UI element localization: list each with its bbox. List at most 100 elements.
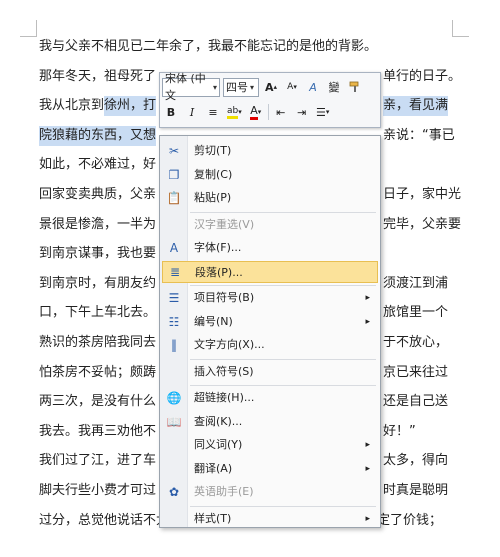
highlight-icon: ab bbox=[227, 106, 239, 119]
page-corner-top-left bbox=[20, 20, 37, 37]
menu-item-label: 段落(P)... bbox=[195, 265, 243, 279]
chevron-down-icon[interactable]: ▾ bbox=[213, 79, 217, 96]
bold-button[interactable]: B bbox=[162, 103, 180, 121]
grow-font-icon: A bbox=[264, 80, 274, 94]
menu-item-font[interactable]: A 字体(F)... bbox=[162, 237, 378, 259]
menu-item-label: 翻译(A) bbox=[194, 461, 233, 475]
menu-item-label: 复制(C) bbox=[194, 167, 233, 181]
toolbar-separator bbox=[267, 104, 269, 120]
font-name-value: 宋体 (中文 bbox=[165, 72, 206, 102]
menu-item-entry-9[interactable]: 插入符号(S) bbox=[162, 361, 378, 383]
line-text: 还是自己送 bbox=[383, 394, 449, 410]
font-size-value: 四号 bbox=[226, 80, 248, 94]
menu-item-label: 字体(F)... bbox=[194, 241, 242, 254]
line-text: 到南京时，有朋友约 bbox=[39, 275, 157, 291]
styles-button[interactable]: A bbox=[304, 78, 322, 96]
font-name-combo[interactable]: 宋体 (中文 ▾ bbox=[162, 72, 220, 102]
highlight-button[interactable]: ab ▾ bbox=[225, 103, 244, 121]
menu-item-bullets[interactable]: ☰ 项目符号(B) ▸ bbox=[162, 287, 378, 309]
menu-item-lookup[interactable]: 📖 查阅(K)... bbox=[162, 411, 378, 433]
menu-item-label: 超链接(H)... bbox=[194, 391, 255, 404]
menu-item-copy[interactable]: ❐ 复制(C) bbox=[162, 164, 378, 186]
bold-icon: B bbox=[166, 105, 176, 119]
menu-separator bbox=[190, 505, 376, 507]
menu-item-label: 项目符号(B) bbox=[194, 291, 255, 304]
lookup-icon: 📖 bbox=[166, 414, 182, 429]
font-size-combo[interactable]: 四号 ▾ bbox=[223, 77, 259, 97]
italic-button[interactable]: I bbox=[183, 103, 201, 121]
menu-item-paragraph[interactable]: ≣ 段落(P)... bbox=[162, 260, 378, 283]
selected-text: 徐州，打 bbox=[104, 96, 157, 117]
numbering-icon: ☷ bbox=[168, 314, 180, 329]
font-color-button[interactable]: A ▾ bbox=[247, 103, 265, 121]
line-text: 太多，得向 bbox=[383, 453, 449, 469]
line-text: 于不放心， bbox=[383, 335, 449, 350]
line-text: 两三次，是没有什么 bbox=[39, 394, 157, 410]
line-text: 回家变卖典质，父亲 bbox=[39, 187, 157, 202]
menu-item-paste[interactable]: 📋 粘贴(P) bbox=[162, 187, 378, 209]
line-text: 口，下午上车北去。 bbox=[39, 305, 157, 321]
menu-item-scissors[interactable]: ✂ 剪切(T) bbox=[162, 140, 378, 162]
menu-item-label: 样式(T) bbox=[194, 511, 232, 525]
line-text: 时真是聪明 bbox=[383, 483, 449, 498]
menu-separator bbox=[190, 211, 376, 213]
line-text: 到南京谋事，我也要 bbox=[39, 246, 157, 262]
line-text: 日子，家中光 bbox=[383, 187, 462, 202]
center-button[interactable]: ≡ bbox=[204, 103, 222, 121]
menu-item-numbering[interactable]: ☷ 编号(N) ▸ bbox=[162, 311, 378, 333]
phonetic-guide-button[interactable]: 變 bbox=[325, 78, 343, 96]
line-text: 亲说：“事已 bbox=[383, 127, 455, 143]
menu-item-entry-3: 汉字重选(V) bbox=[162, 214, 378, 236]
menu-item-label: 编号(N) bbox=[194, 314, 233, 328]
submenu-arrow-icon: ▸ bbox=[365, 513, 370, 524]
menu-item-entry-15[interactable]: 样式(T) ▸ bbox=[162, 508, 378, 530]
line-text: 熟识的茶房陪我同去 bbox=[39, 335, 157, 350]
line-text: 脚夫行些小费才可过 bbox=[39, 483, 157, 498]
line-text: 好！” bbox=[383, 423, 416, 439]
bullets-icon: ☰ bbox=[316, 105, 326, 119]
submenu-arrow-icon: ▸ bbox=[365, 463, 370, 474]
chevron-down-icon[interactable]: ▾ bbox=[250, 79, 254, 96]
menu-item-label: 剪切(T) bbox=[194, 144, 232, 157]
phonetic-icon: 變 bbox=[328, 81, 340, 94]
mini-toolbar: 宋体 (中文 ▾ 四号 ▾ A ▴ A ▾ A 變 B I ≡ ab ▾ A ▾ ⇤ ⇥ ☰… bbox=[159, 72, 381, 128]
increase-indent-button[interactable]: ⇥ bbox=[293, 103, 311, 121]
line-text: 我从北京到 bbox=[39, 98, 105, 114]
line-text: 怕茶房不妥帖；颇踌 bbox=[39, 364, 157, 380]
paste-icon: 📋 bbox=[166, 191, 182, 205]
menu-item-label: 汉字重选(V) bbox=[194, 217, 255, 231]
font-icon: A bbox=[169, 241, 179, 255]
line-text: 单行的日子。 bbox=[383, 68, 462, 84]
menu-item-label: 同义词(Y) bbox=[194, 438, 243, 451]
paragraph-icon: ≣ bbox=[169, 264, 181, 279]
page-corner-top-right bbox=[452, 20, 469, 37]
menu-item-entry-12[interactable]: 同义词(Y) ▸ bbox=[162, 434, 378, 456]
line-text: 须渡江到浦 bbox=[383, 275, 449, 291]
menu-item-label: 插入符号(S) bbox=[194, 364, 254, 378]
context-menu: ✂ 剪切(T) ❐ 复制(C) 📋 粘贴(P) 汉字重选(V) A 字体(F)... ≣ 段落(P)… bbox=[159, 135, 381, 528]
styles-icon: A bbox=[309, 80, 317, 94]
increase-indent-icon: ⇥ bbox=[297, 105, 307, 119]
line-text: 如此，不必难过，好 bbox=[39, 157, 157, 173]
menu-item-hyperlink[interactable]: 🌐 超链接(H)... bbox=[162, 387, 378, 409]
line-text: 那年冬天，祖母死了 bbox=[39, 68, 157, 84]
format-painter-button[interactable] bbox=[346, 78, 364, 96]
menu-item-entry-13[interactable]: 翻译(A) ▸ bbox=[162, 458, 378, 480]
menu-item-english-assistant: ✿ 英语助手(E) bbox=[162, 481, 378, 503]
grow-font-button[interactable]: A ▴ bbox=[262, 78, 280, 96]
line-text: 旅馆里一个 bbox=[383, 305, 449, 321]
submenu-arrow-icon: ▸ bbox=[365, 440, 370, 450]
submenu-arrow-icon: ▸ bbox=[365, 293, 370, 303]
menu-separator bbox=[190, 285, 376, 286]
shrink-font-button[interactable]: A ▾ bbox=[283, 78, 301, 96]
selected-text: 亲，看见满 bbox=[383, 96, 449, 117]
line-text: 京已来往过 bbox=[383, 364, 449, 380]
decrease-indent-button[interactable]: ⇤ bbox=[272, 103, 290, 121]
decrease-indent-icon: ⇤ bbox=[276, 105, 286, 119]
menu-item-text-direction[interactable]: ‖ 文字方向(X)... bbox=[162, 334, 378, 356]
bullets-icon: ☰ bbox=[168, 291, 180, 305]
line-text: 我去。我再三劝他不 bbox=[39, 423, 157, 439]
bullets-button[interactable]: ☰ ▾ bbox=[314, 103, 332, 121]
menu-separator bbox=[190, 385, 376, 386]
copy-icon: ❐ bbox=[168, 167, 180, 182]
